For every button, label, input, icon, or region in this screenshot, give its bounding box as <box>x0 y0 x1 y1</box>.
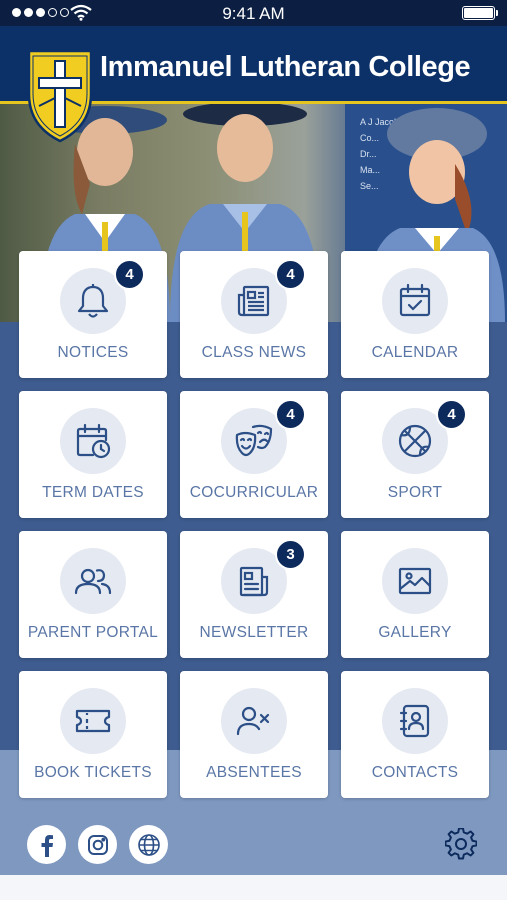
tile-absentees[interactable]: ABSENTEES <box>180 671 328 798</box>
tile-sport[interactable]: 4 SPORT <box>341 391 489 518</box>
users-icon <box>60 548 126 614</box>
footer-bar <box>0 823 507 867</box>
notification-badge: 4 <box>275 259 306 290</box>
calendar-check-icon <box>382 268 448 334</box>
school-crest-logo <box>27 49 93 143</box>
instagram-icon[interactable] <box>78 825 117 864</box>
tile-contacts[interactable]: CONTACTS <box>341 671 489 798</box>
notification-badge: 4 <box>114 259 145 290</box>
page-title: Immanuel Lutheran College <box>100 51 471 83</box>
tile-book-tickets[interactable]: BOOK TICKETS <box>19 671 167 798</box>
tile-notices[interactable]: 4 NOTICES <box>19 251 167 378</box>
notification-badge: 3 <box>275 539 306 570</box>
contact-book-icon <box>382 688 448 754</box>
tile-label: CALENDAR <box>371 344 459 361</box>
gear-icon[interactable] <box>442 825 480 863</box>
tile-label: PARENT PORTAL <box>27 624 159 641</box>
tile-cocurricular[interactable]: 4 COCURRICULAR <box>180 391 328 518</box>
tile-class-news[interactable]: 4 CLASS NEWS <box>180 251 328 378</box>
notification-badge: 4 <box>275 399 306 430</box>
status-time: 9:41 AM <box>222 4 285 23</box>
tile-parent-portal[interactable]: PARENT PORTAL <box>19 531 167 658</box>
status-bar: 9:41 AM <box>0 0 507 26</box>
facebook-icon[interactable] <box>27 825 66 864</box>
tile-label: BOOK TICKETS <box>34 764 152 781</box>
tile-label: COCURRICULAR <box>189 484 319 501</box>
tile-calendar[interactable]: CALENDAR <box>341 251 489 378</box>
tile-label: CLASS NEWS <box>201 344 307 361</box>
user-x-icon <box>221 688 287 754</box>
battery-icon <box>462 6 498 20</box>
image-icon <box>382 548 448 614</box>
tile-label: NEWSLETTER <box>199 624 309 641</box>
tile-label: TERM DATES <box>42 484 144 501</box>
calendar-clock-icon <box>60 408 126 474</box>
menu-grid: 4 NOTICES 4 CLASS NEWS CALENDAR TERM DAT… <box>19 251 489 798</box>
tile-label: ABSENTEES <box>206 764 302 781</box>
bottom-strip <box>0 875 507 900</box>
tile-gallery[interactable]: GALLERY <box>341 531 489 658</box>
globe-icon[interactable] <box>129 825 168 864</box>
tile-label: GALLERY <box>378 624 452 641</box>
tile-label: NOTICES <box>57 344 129 361</box>
notification-badge: 4 <box>436 399 467 430</box>
ticket-icon <box>60 688 126 754</box>
tile-newsletter[interactable]: 3 NEWSLETTER <box>180 531 328 658</box>
tile-label: CONTACTS <box>371 764 459 781</box>
tile-label: SPORT <box>387 484 443 501</box>
tile-term-dates[interactable]: TERM DATES <box>19 391 167 518</box>
